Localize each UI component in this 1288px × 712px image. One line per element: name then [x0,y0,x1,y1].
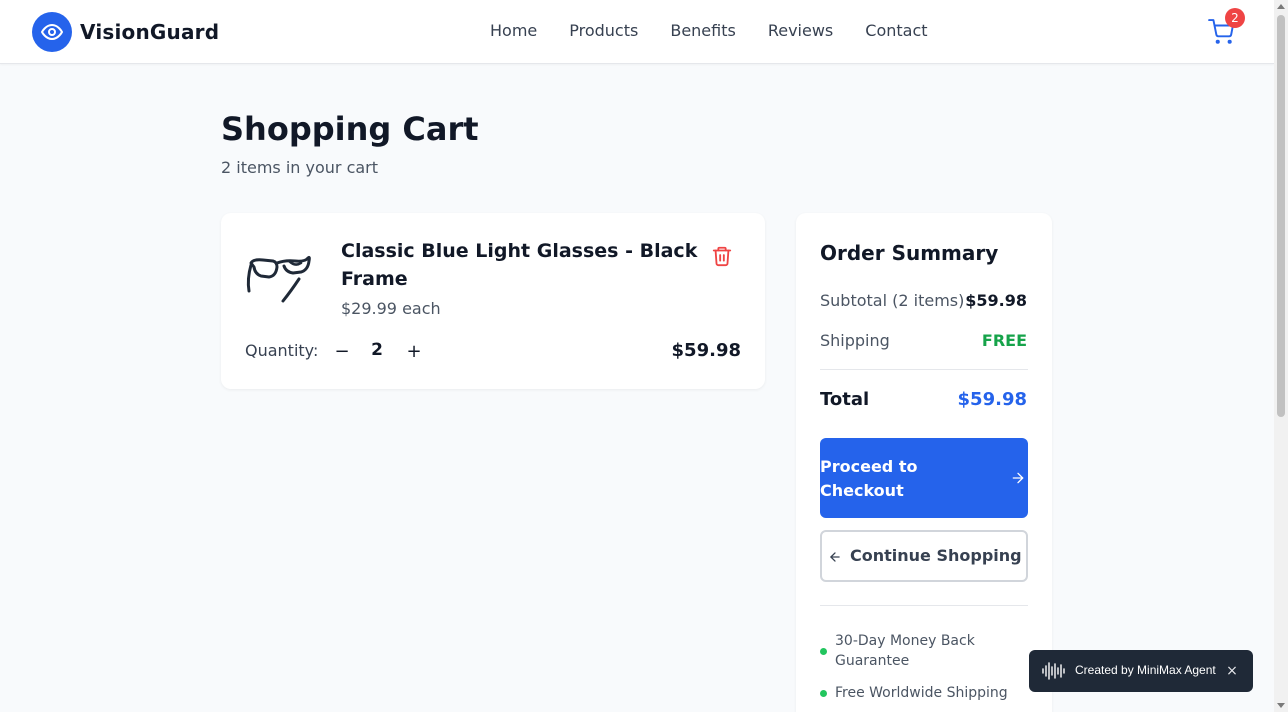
nav-products[interactable]: Products [569,21,638,41]
item-name[interactable]: Classic Blue Light Glasses - Black Frame [341,237,701,293]
arrow-left-icon [828,550,842,564]
page-title: Shopping Cart [221,110,479,148]
page-subtitle: 2 items in your cart [221,158,379,177]
item-unit-price: $29.99 each [341,299,441,318]
nav-reviews[interactable]: Reviews [768,21,833,41]
quantity-increase-button[interactable]: + [402,339,426,363]
feature-text: Free Worldwide Shipping [835,685,1008,701]
total-label: Total [820,389,870,410]
scroll-up-icon[interactable] [1277,4,1285,9]
bullet-dot-icon [820,648,827,655]
nav-benefits[interactable]: Benefits [670,21,736,41]
checkout-label: Proceed to Checkout [820,457,918,500]
summary-divider [820,369,1028,370]
toast-text: Created by MiniMax Agent [1075,663,1216,677]
shipping-value: FREE [981,331,1027,350]
feature-item: 30-Day Money Back Guarantee [820,631,1028,671]
cart-item-card: Classic Blue Light Glasses - Black Frame… [221,213,765,389]
summary-title: Order Summary [820,241,999,265]
close-icon[interactable]: × [1224,661,1240,681]
nav-home[interactable]: Home [490,21,537,41]
line-total: $59.98 [671,340,741,361]
bullet-dot-icon [820,690,827,697]
summary-divider-2 [820,605,1028,606]
quantity-decrease-button[interactable]: − [330,339,354,363]
total-value: $59.98 [957,389,1027,410]
main-nav: Home Products Benefits Reviews Contact [490,21,928,41]
brand[interactable]: VisionGuard [32,12,219,52]
feature-text: 30-Day Money Back Guarantee [835,633,975,669]
glasses-image [245,245,325,309]
proceed-to-checkout-button[interactable]: Proceed to Checkout [820,438,1028,518]
subtotal-value: $59.98 [965,291,1027,310]
quantity-value: 2 [371,340,383,360]
eye-icon [32,12,72,52]
arrow-right-icon [1010,470,1026,486]
shipping-label: Shipping [820,331,890,350]
site-header: VisionGuard Home Products Benefits Revie… [0,0,1274,64]
nav-contact[interactable]: Contact [865,21,927,41]
trash-icon[interactable] [711,245,733,267]
order-summary: Order Summary Subtotal (2 items) $59.98 … [796,213,1052,712]
brand-name: VisionGuard [80,20,220,44]
waveform-icon [1041,661,1067,681]
cart-count-badge: 2 [1225,8,1245,28]
creator-toast: Created by MiniMax Agent × [1029,650,1253,692]
scroll-down-icon[interactable] [1277,703,1285,708]
scroll-thumb[interactable] [1277,15,1285,417]
continue-shopping-button[interactable]: Continue Shopping [820,530,1028,582]
quantity-label: Quantity: [245,341,319,360]
subtotal-label: Subtotal (2 items) [820,291,965,310]
feature-item: Free Worldwide Shipping [820,683,1028,703]
page-scrollbar[interactable] [1274,0,1288,712]
feature-list: 30-Day Money Back Guarantee Free Worldwi… [820,631,1028,712]
continue-label: Continue Shopping [850,546,1022,565]
